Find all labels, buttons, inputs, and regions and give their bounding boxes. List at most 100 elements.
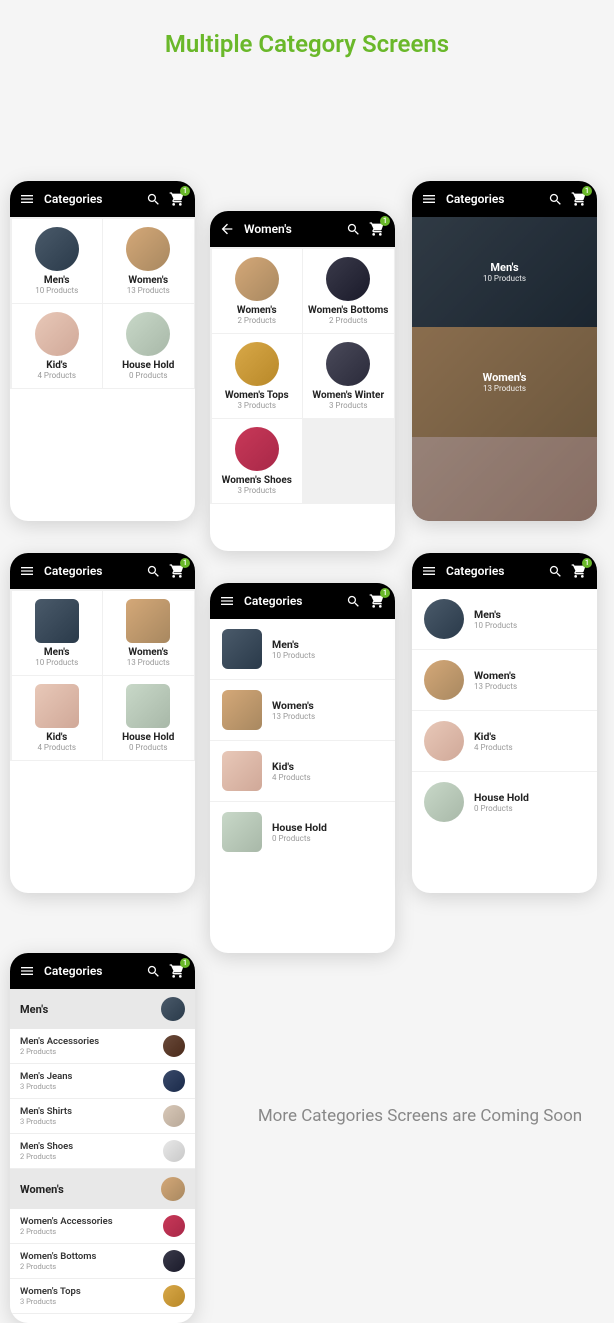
category-item-womens[interactable]: Women's13 Products [103,591,194,675]
category-count: 0 Products [474,804,585,813]
cart-icon[interactable]: 1 [569,189,589,209]
tree-item-mens-accessories[interactable]: Men's Accessories2 Products [10,1029,195,1064]
tree-item-mens-shirts[interactable]: Men's Shirts3 Products [10,1099,195,1134]
category-count: 2 Products [20,1047,99,1056]
category-item-womens-bottoms[interactable]: Women's Bottoms2 Products [303,249,394,333]
tree-group-mens[interactable]: Men's [10,989,195,1029]
topbar-title: Categories [446,192,541,206]
category-thumb [235,257,279,301]
category-name: Kid's [272,760,383,773]
category-item-womens-winter[interactable]: Women's Winter3 Products [303,334,394,418]
tree-group-womens[interactable]: Women's [10,1169,195,1209]
category-name: Men's Shirts [20,1106,72,1117]
category-name: Women's Winter [307,390,390,401]
topbar: Categories 1 [412,181,597,217]
category-item-mens[interactable]: Men's10 Products [12,219,103,303]
menu-icon[interactable] [18,190,36,208]
category-banner-womens[interactable]: Women's13 Products [412,327,597,437]
cart-icon[interactable]: 1 [367,219,387,239]
tree-item-mens-jeans[interactable]: Men's Jeans3 Products [10,1064,195,1099]
category-count: 2 Products [307,316,390,325]
category-count: 10 Products [474,621,585,630]
phone-screen-banner: Categories 1 Men's10 Products Women's13 … [412,181,597,521]
search-icon[interactable] [143,189,163,209]
category-count: 3 Products [307,401,390,410]
tree-item-mens-shoes[interactable]: Men's Shoes2 Products [10,1134,195,1169]
search-icon[interactable] [545,189,565,209]
category-count: 0 Products [107,743,190,752]
category-item-household[interactable]: House Hold0 Products [103,304,194,388]
cart-icon[interactable]: 1 [569,561,589,581]
category-thumb [424,599,464,639]
cart-icon[interactable]: 1 [367,591,387,611]
category-name: Men's [16,275,99,286]
phone-screen-list-circle: Categories 1 Men's10 Products Women's13 … [412,553,597,893]
menu-icon[interactable] [18,962,36,980]
category-count: 13 Products [483,384,526,393]
category-item-household[interactable]: House Hold0 Products [103,676,194,760]
category-name: Men's [20,1003,48,1016]
category-thumb [163,1215,185,1237]
search-icon[interactable] [143,961,163,981]
tree-item-womens-accessories[interactable]: Women's Accessories2 Products [10,1209,195,1244]
topbar-title: Categories [44,564,139,578]
category-banner-mens[interactable]: Men's10 Products [412,217,597,327]
cart-icon[interactable]: 1 [167,189,187,209]
category-item-womens[interactable]: Women's2 Products [212,249,303,333]
list-item-mens[interactable]: Men's10 Products [210,619,395,679]
category-item-womens[interactable]: Women's13 Products [103,219,194,303]
category-name: Women's Bottoms [20,1251,96,1262]
category-thumb [126,684,170,728]
category-count: 13 Products [107,658,190,667]
back-icon[interactable] [218,220,236,238]
cart-icon[interactable]: 1 [167,961,187,981]
cart-badge: 1 [380,588,390,598]
category-count: 2 Products [20,1227,113,1236]
list-item-kids[interactable]: Kid's4 Products [210,741,395,801]
category-item-kids[interactable]: Kid's4 Products [12,304,103,388]
menu-icon[interactable] [218,592,236,610]
category-name: Women's Tops [216,390,299,401]
category-item-womens-tops[interactable]: Women's Tops3 Products [212,334,303,418]
search-icon[interactable] [143,561,163,581]
tree-item-womens-tops[interactable]: Women's Tops3 Products [10,1279,195,1314]
menu-icon[interactable] [420,190,438,208]
category-thumb [161,997,185,1021]
category-name: Men's [272,638,383,651]
category-name: Women's [272,699,383,712]
search-icon[interactable] [343,591,363,611]
list-item-household[interactable]: House Hold0 Products [412,772,597,832]
topbar: Women's 1 [210,211,395,247]
list-item-household[interactable]: House Hold0 Products [210,802,395,862]
menu-icon[interactable] [420,562,438,580]
topbar-title: Women's [244,222,339,236]
list-item-kids[interactable]: Kid's4 Products [412,711,597,771]
category-name: Women's [107,647,190,658]
phone-screen-women-subgrid: Women's 1 Women's2 Products Women's Bott… [210,211,395,551]
category-item-kids[interactable]: Kid's4 Products [12,676,103,760]
tree-item-womens-bottoms[interactable]: Women's Bottoms2 Products [10,1244,195,1279]
phone-screen-tree: Categories 1 Men's Men's Accessories2 Pr… [10,953,195,1323]
list-item-womens[interactable]: Women's13 Products [210,680,395,740]
list-item-womens[interactable]: Women's13 Products [412,650,597,710]
category-count: 4 Products [272,773,383,782]
category-name: Kid's [16,360,99,371]
category-thumb [35,684,79,728]
category-thumb [163,1250,185,1272]
category-item-mens[interactable]: Men's10 Products [12,591,103,675]
menu-icon[interactable] [18,562,36,580]
search-icon[interactable] [343,219,363,239]
category-name: Kid's [474,730,585,743]
category-grid: Men's10 Products Women's13 Products Kid'… [10,589,195,761]
category-item-womens-shoes[interactable]: Women's Shoes3 Products [212,419,303,503]
phone-screen-grid-circle: Categories 1 Men's10 Products Women's13 … [10,181,195,521]
search-icon[interactable] [545,561,565,581]
category-name: Men's Jeans [20,1071,72,1082]
cart-icon[interactable]: 1 [167,561,187,581]
category-count: 4 Products [16,743,99,752]
category-thumb [163,1140,185,1162]
category-banner-kids[interactable] [412,437,597,521]
list-item-mens[interactable]: Men's10 Products [412,589,597,649]
category-count: 13 Products [272,712,383,721]
category-name: Men's [490,261,518,274]
